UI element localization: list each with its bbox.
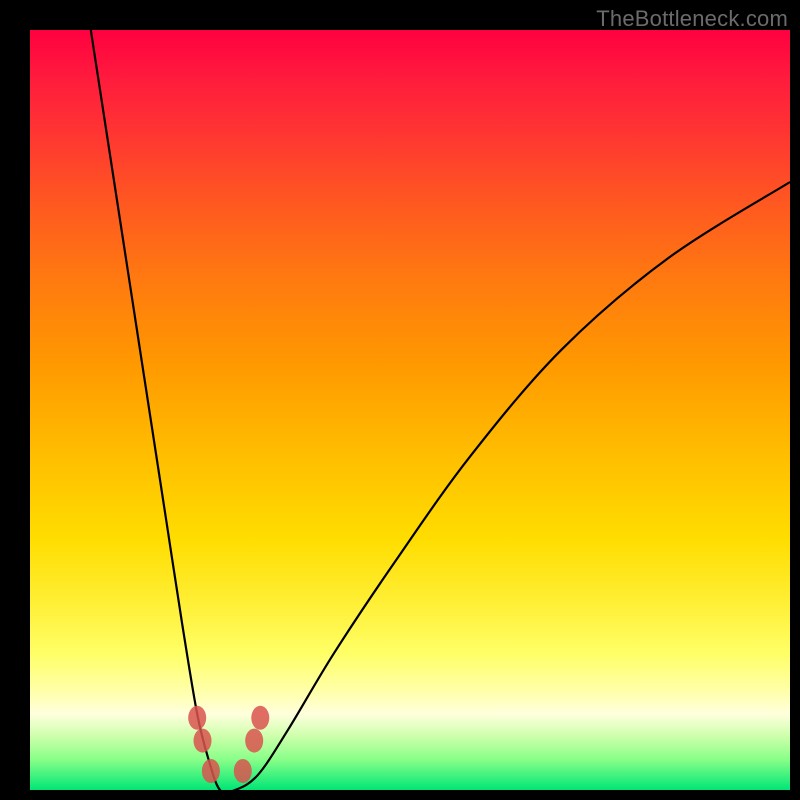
bottleneck-curve: [91, 30, 790, 790]
curve-marker: [245, 729, 263, 753]
watermark-text: TheBottleneck.com: [596, 6, 788, 32]
curve-markers: [188, 706, 269, 783]
curve-marker: [251, 706, 269, 730]
curve-marker: [202, 759, 220, 783]
curve-marker: [234, 759, 252, 783]
curve-marker: [194, 729, 212, 753]
curve-marker: [188, 706, 206, 730]
curve-layer: [30, 30, 790, 790]
